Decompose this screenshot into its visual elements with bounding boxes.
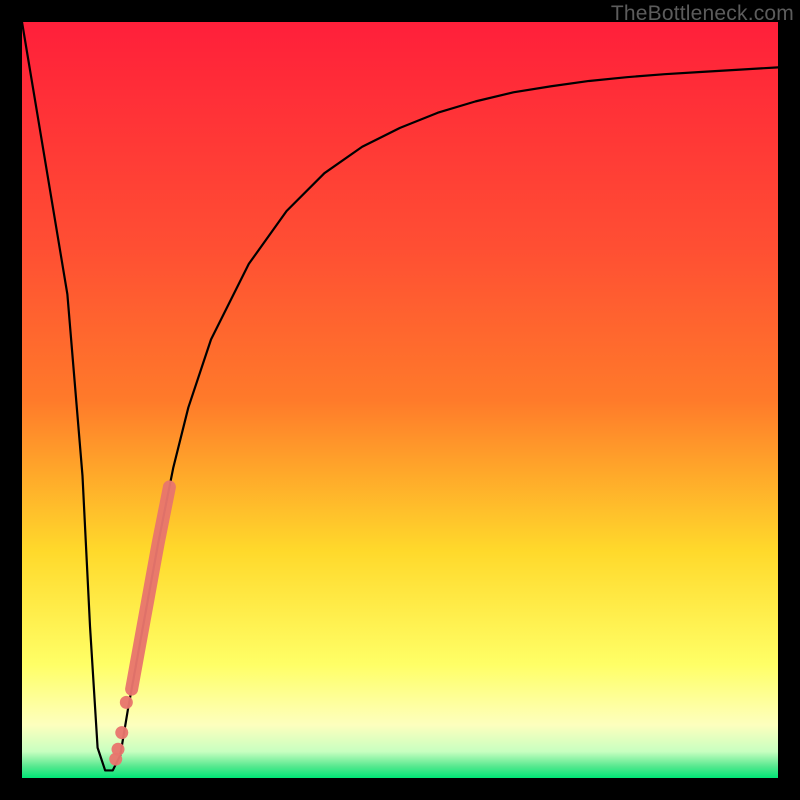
- chart-frame: TheBottleneck.com: [0, 0, 800, 800]
- watermark-label: TheBottleneck.com: [611, 2, 794, 26]
- plot-area: [22, 22, 778, 778]
- chart-svg: [22, 22, 778, 778]
